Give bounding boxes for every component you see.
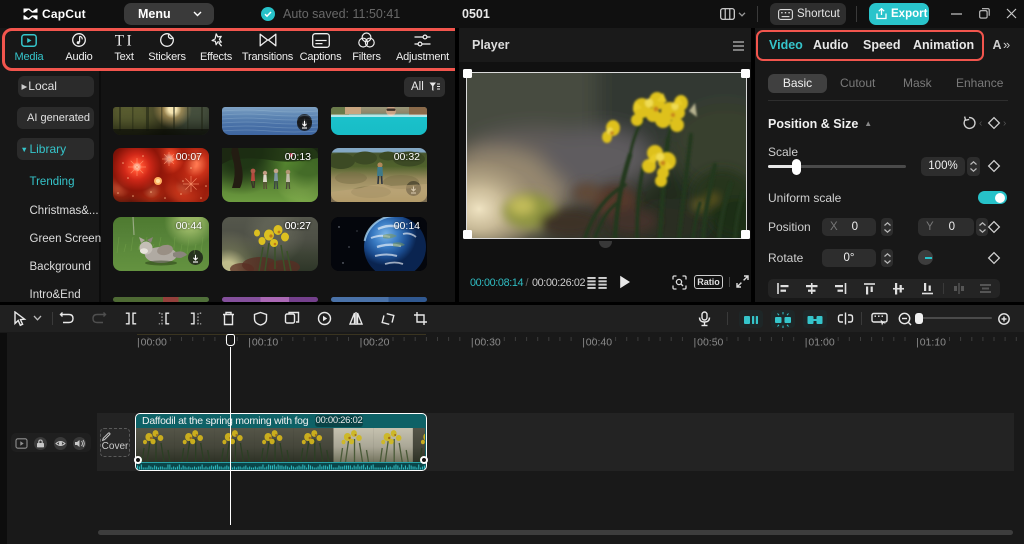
svg-text:| 00:30: | 00:30	[471, 337, 501, 349]
svg-text:| 00:50: | 00:50	[694, 337, 724, 349]
svg-text:| 00:40: | 00:40	[582, 337, 612, 349]
svg-text:| 00:00: | 00:00	[137, 337, 167, 349]
svg-text:| 01:10: | 01:10	[916, 337, 946, 349]
svg-text:| 01:00: | 01:00	[805, 337, 835, 349]
svg-text:| 00:10: | 00:10	[248, 337, 278, 349]
svg-text:| 00:20: | 00:20	[360, 337, 390, 349]
